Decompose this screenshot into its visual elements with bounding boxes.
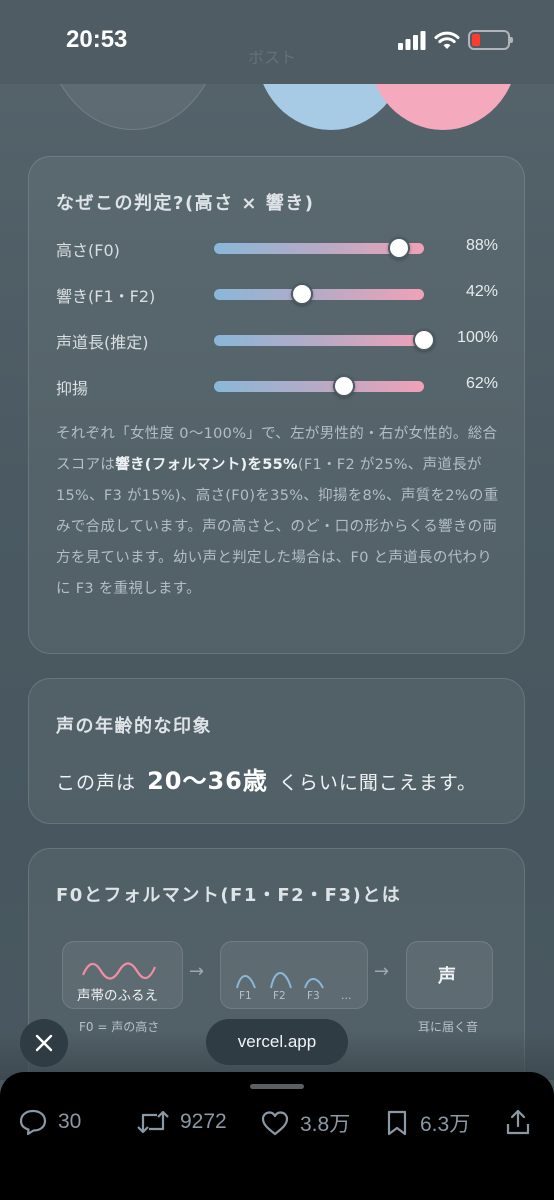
metric-row-intonation: 抑揚 62%	[29, 371, 524, 401]
metric-slider-knob	[413, 329, 435, 351]
metric-row-vocal-tract: 声道長(推定) 100%	[29, 325, 524, 355]
metric-label: 声道長(推定)	[56, 333, 149, 352]
repost-icon	[137, 1110, 169, 1134]
share-icon	[506, 1109, 530, 1135]
peak-label-more: …	[341, 990, 352, 1002]
url-text: vercel.app	[237, 1032, 317, 1051]
metric-value: 88%	[465, 237, 498, 254]
status-time: 20:53	[66, 26, 128, 53]
metric-value: 42%	[465, 283, 498, 300]
voice-age-result: この声は 20〜36歳 くらいに聞こえます。	[56, 761, 477, 796]
battery-level	[472, 34, 480, 46]
wifi-icon	[434, 31, 460, 49]
formant-peaks-box: F1 F2 F3 …	[220, 941, 368, 1009]
metric-slider-track	[214, 283, 424, 305]
vocal-fold-label: 声帯のふるえ	[77, 988, 158, 1004]
close-icon	[35, 1034, 53, 1052]
share-button[interactable]	[504, 1108, 532, 1136]
vocal-fold-box: 声帯のふるえ	[62, 941, 183, 1009]
age-prefix: この声は	[56, 772, 137, 794]
url-pill[interactable]: vercel.app	[206, 1019, 348, 1065]
metric-value: 100%	[457, 329, 498, 346]
judgement-reason-card: なぜこの判定?(高さ × 響き) 高さ(F0) 88% 響き(F1・F2) 42…	[28, 156, 525, 654]
bookmark-icon	[387, 1110, 407, 1136]
voice-age-card: 声の年齢的な印象 この声は 20〜36歳 くらいに聞こえます。	[28, 678, 525, 824]
metric-label: 高さ(F0)	[56, 241, 120, 260]
wave-icon	[81, 962, 157, 980]
signal-icon	[398, 31, 426, 50]
formant-explainer-title: F0とフォルマント(F1・F2・F3)とは	[56, 885, 402, 906]
formant-peaks-icon	[236, 972, 324, 989]
metric-row-resonance: 響き(F1・F2) 42%	[29, 279, 524, 309]
metric-value: 62%	[465, 375, 498, 392]
peak-label-f2: F2	[273, 990, 286, 1002]
like-count: 3.8万	[300, 1113, 351, 1136]
peak-label-f3: F3	[307, 990, 320, 1002]
status-bar: 20:53 ボスト	[0, 0, 554, 84]
arrow-1: →	[189, 961, 205, 982]
arrow-2: →	[374, 961, 390, 982]
metric-slider-track	[214, 329, 435, 351]
repost-count: 9272	[180, 1110, 227, 1133]
peak-label-f1: F1	[239, 990, 252, 1002]
bookmark-count: 6.3万	[420, 1113, 471, 1136]
metric-slider-knob	[387, 237, 410, 259]
metric-slider-track	[214, 237, 424, 259]
close-browser-button[interactable]	[20, 1019, 68, 1067]
metric-slider-knob	[333, 375, 356, 397]
like-button[interactable]: 3.8万	[260, 1108, 350, 1138]
explanation-bold: 響き(フォルマント)を55%	[115, 457, 298, 473]
age-range: 20〜36歳	[147, 767, 268, 795]
metric-label: 抑揚	[56, 379, 89, 398]
sheet-grabber[interactable]	[250, 1084, 304, 1089]
faded-page-title: ボスト	[248, 48, 297, 67]
voice-box: 声	[406, 941, 493, 1009]
post-action-bar: 30 9272 3.8万 6.3万	[0, 1072, 554, 1200]
status-icons	[398, 30, 513, 50]
reply-button[interactable]: 30	[18, 1108, 81, 1136]
metric-label: 響き(F1・F2)	[56, 287, 156, 306]
judgement-reason-title: なぜこの判定?(高さ × 響き)	[56, 193, 315, 214]
metric-slider-track	[214, 375, 424, 397]
score-explanation: それぞれ「女性度 0〜100%」で、左が男性的・右が女性的。総合スコアは響き(フ…	[56, 419, 501, 605]
bookmark-button[interactable]: 6.3万	[384, 1108, 470, 1138]
voice-label: 声	[438, 966, 456, 987]
like-icon	[261, 1111, 289, 1136]
battery-icon	[468, 30, 513, 50]
metric-row-pitch: 高さ(F0) 88%	[29, 233, 524, 263]
explanation-text-2: (F1・F2 が25%、声道長が15%、F3 が15%)、高さ(F0)を35%、…	[56, 457, 499, 597]
age-suffix: くらいに聞こえます。	[278, 772, 478, 794]
reply-icon	[19, 1109, 47, 1136]
metric-slider-knob	[291, 283, 314, 305]
reply-count: 30	[58, 1110, 82, 1133]
repost-button[interactable]: 9272	[136, 1108, 227, 1136]
voice-age-title: 声の年齢的な印象	[56, 716, 212, 737]
